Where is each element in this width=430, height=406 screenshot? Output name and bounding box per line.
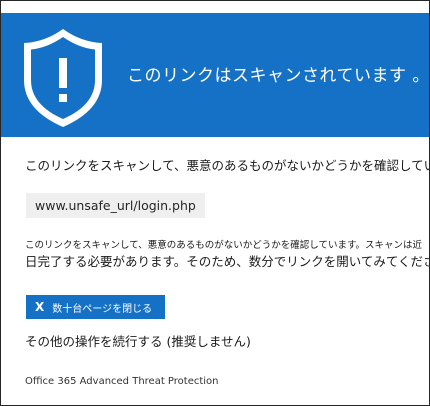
banner-title: このリンクはスキャンされています 。 <box>127 66 430 86</box>
product-footer: Office 365 Advanced Threat Protection <box>25 376 219 387</box>
scan-page: このリンクはスキャンされています 。 このリンクをスキャンして、悪意のあるものが… <box>0 0 430 406</box>
scan-message: このリンクをスキャンして、悪意のあるものがないかどうかを確認しています。 <box>25 158 430 173</box>
scan-detail-small: このリンクをスキャンして、悪意のあるものがないかどうかを確認しています。スキャン… <box>25 240 423 251</box>
close-page-button[interactable]: X 数十台ページを閉じる <box>26 295 165 319</box>
close-page-label: 数十台ページを閉じる <box>52 303 153 315</box>
scan-detail-large: 日完了する必要があります。そのため、数分でリンクを開いてみてください。 <box>25 254 430 269</box>
scanned-url: www.unsafe_url/login.php <box>26 193 205 218</box>
continue-anyway-link[interactable]: その他の操作を続行する (推奨しません) <box>25 331 251 350</box>
close-icon: X <box>35 300 45 314</box>
top-strip <box>1 1 429 13</box>
shield-exclamation-icon <box>24 29 102 127</box>
header-banner: このリンクはスキャンされています 。 <box>1 13 429 137</box>
